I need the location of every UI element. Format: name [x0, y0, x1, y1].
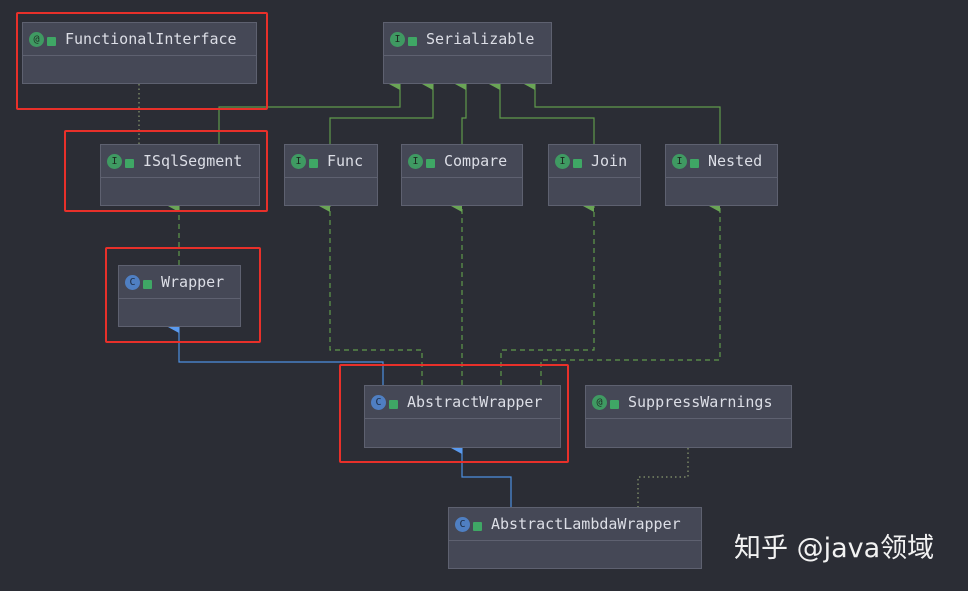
public-lock-icon	[426, 158, 435, 168]
highlight-functional-interface	[16, 12, 268, 110]
uml-diagram-canvas: @ FunctionalInterface I Serializable I ISql…	[0, 0, 968, 591]
node-abstract-lambda-wrapper[interactable]: C AbstractLambdaWrapper	[448, 507, 702, 569]
interface-icon: I	[672, 153, 687, 169]
edge-abstractwrapper-func	[319, 200, 423, 385]
public-lock-icon	[610, 399, 619, 409]
interface-icon: I	[555, 153, 570, 169]
node-nested[interactable]: I Nested	[665, 144, 778, 206]
edge-lambda-suppresswarnings	[637, 448, 689, 507]
highlight-wrapper	[105, 247, 261, 343]
node-compare[interactable]: I Compare	[401, 144, 523, 206]
edge-compare-serializable	[455, 78, 467, 144]
node-suppress-warnings[interactable]: @ SuppressWarnings	[585, 385, 792, 448]
node-name: AbstractLambdaWrapper	[491, 515, 681, 533]
node-join[interactable]: I Join	[548, 144, 641, 206]
edge-abstractwrapper-nested	[540, 200, 721, 385]
node-name: Nested	[708, 152, 763, 170]
edge-nested-serializable	[524, 78, 721, 144]
highlight-abstract-wrapper	[339, 364, 569, 463]
edge-abstractwrapper-join	[500, 200, 595, 385]
annotation-icon: @	[592, 394, 607, 410]
public-lock-icon	[473, 521, 482, 531]
node-name: Join	[591, 152, 628, 170]
node-name: SuppressWarnings	[628, 393, 773, 411]
public-lock-icon	[309, 158, 318, 168]
node-name: Serializable	[426, 30, 535, 48]
interface-icon: I	[390, 31, 405, 47]
public-lock-icon	[573, 158, 582, 168]
watermark: 知乎 @java领域	[734, 533, 935, 564]
edge-join-serializable	[489, 78, 595, 144]
node-name: Compare	[444, 152, 508, 170]
public-lock-icon	[690, 158, 699, 168]
interface-icon: I	[408, 153, 423, 169]
abstract-class-icon: C	[455, 516, 470, 532]
edge-func-serializable	[329, 78, 434, 144]
node-name: Func	[327, 152, 364, 170]
node-serializable[interactable]: I Serializable	[383, 22, 552, 84]
interface-icon: I	[291, 153, 306, 169]
public-lock-icon	[408, 36, 417, 46]
highlight-isqlsegment	[64, 130, 268, 212]
node-func[interactable]: I Func	[284, 144, 378, 206]
